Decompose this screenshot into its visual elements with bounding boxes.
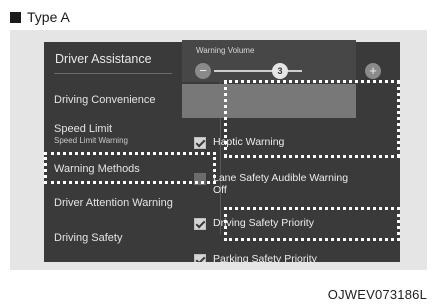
type-label: Type A bbox=[10, 9, 70, 25]
menu-item-driving-safety[interactable]: Driving Safety bbox=[54, 232, 122, 245]
warning-methods-callout bbox=[44, 152, 216, 184]
warning-volume-label: Warning Volume bbox=[196, 46, 255, 55]
setting-label: Lane Safety Audible Warning Off bbox=[213, 172, 349, 196]
figure-reference-code: OJWEV073186L bbox=[327, 287, 427, 302]
setting-label: Parking Safety Priority bbox=[213, 253, 317, 262]
volume-minus-button[interactable]: − bbox=[195, 63, 211, 79]
screen-title: Driver Assistance bbox=[55, 52, 152, 66]
menu-item-label: Driving Convenience bbox=[54, 94, 156, 106]
menu-item-speed-limit[interactable]: Speed Limit Speed Limit Warning bbox=[54, 123, 128, 145]
menu-item-driver-attention-warning[interactable]: Driver Attention Warning bbox=[54, 197, 173, 210]
volume-slider-track[interactable] bbox=[214, 70, 302, 72]
checkbox-checked-icon[interactable] bbox=[194, 218, 206, 230]
checkbox-checked-icon[interactable] bbox=[194, 137, 206, 149]
title-underline bbox=[54, 73, 172, 74]
volume-slider-thumb[interactable]: 3 bbox=[272, 63, 288, 79]
volume-plus-button[interactable]: + bbox=[365, 63, 381, 79]
driving-safety-priority-callout bbox=[224, 207, 400, 241]
checkbox-checked-icon[interactable] bbox=[194, 254, 206, 262]
volume-and-haptic-callout bbox=[224, 80, 400, 158]
menu-item-label: Speed Limit bbox=[54, 123, 113, 135]
menu-item-label: Driving Safety bbox=[54, 232, 123, 244]
parking-safety-priority-row[interactable]: Parking Safety Priority bbox=[194, 253, 317, 262]
type-label-text: Type A bbox=[27, 9, 70, 25]
menu-item-label: Driver Attention Warning bbox=[54, 197, 173, 209]
lane-safety-audible-warning-off-row[interactable]: Lane Safety Audible Warning Off bbox=[194, 172, 354, 196]
menu-item-driving-convenience[interactable]: Driving Convenience bbox=[54, 94, 156, 107]
square-bullet-icon bbox=[10, 11, 21, 23]
menu-item-sublabel: Speed Limit Warning bbox=[54, 136, 128, 145]
